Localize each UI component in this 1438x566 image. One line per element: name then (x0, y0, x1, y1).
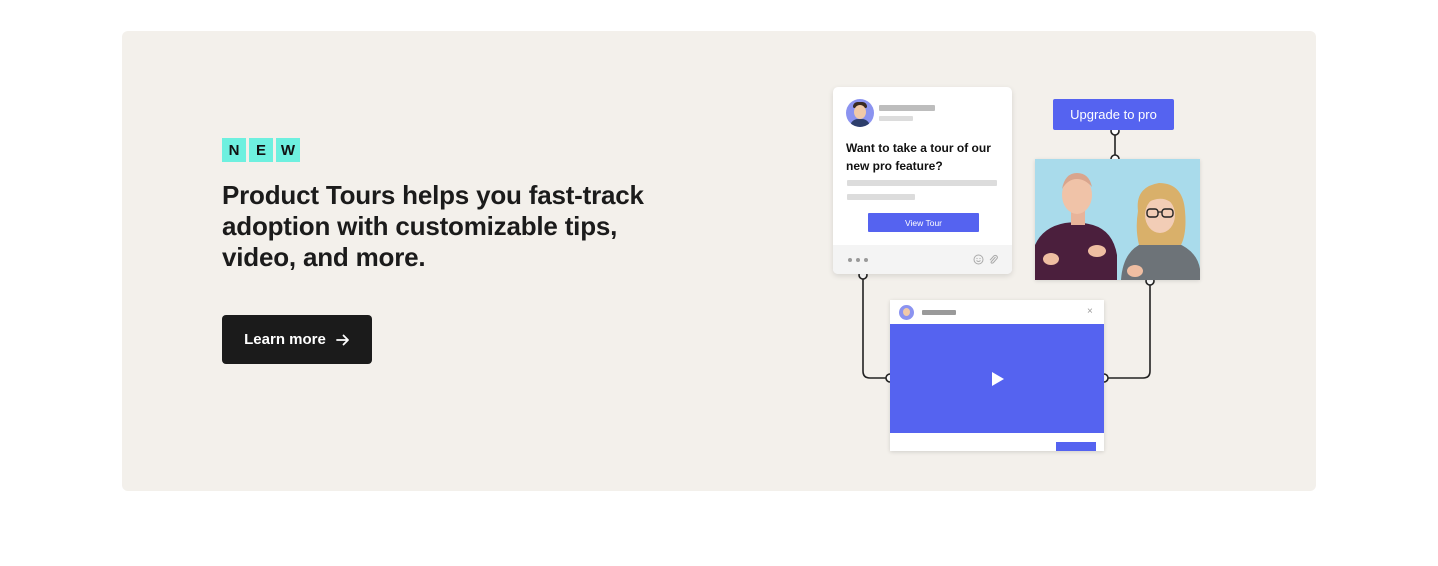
video-thumbnail (1035, 159, 1200, 280)
upgrade-to-pro-button[interactable]: Upgrade to pro (1053, 99, 1174, 130)
more-dots-icon (848, 258, 852, 262)
view-tour-button[interactable]: View Tour (868, 213, 979, 232)
close-icon[interactable]: × (1087, 306, 1093, 317)
player-action-button[interactable] (1056, 442, 1096, 451)
avatar (846, 99, 874, 127)
tour-tooltip-card: Want to take a tour of our new pro featu… (833, 87, 1012, 274)
video-player-modal: × (890, 300, 1104, 451)
play-icon[interactable] (991, 371, 1005, 387)
promo-banner: N E W Product Tours helps you fast-track… (122, 31, 1316, 491)
tour-question: Want to take a tour of our new pro featu… (846, 141, 991, 173)
product-tours-illustration: Want to take a tour of our new pro featu… (122, 31, 1316, 491)
card-footer (833, 245, 1012, 274)
avatar (899, 305, 914, 320)
video-screen[interactable] (890, 324, 1104, 433)
attachment-icon (989, 254, 998, 264)
emoji-icon (973, 254, 984, 265)
video-still-image (1035, 159, 1200, 280)
